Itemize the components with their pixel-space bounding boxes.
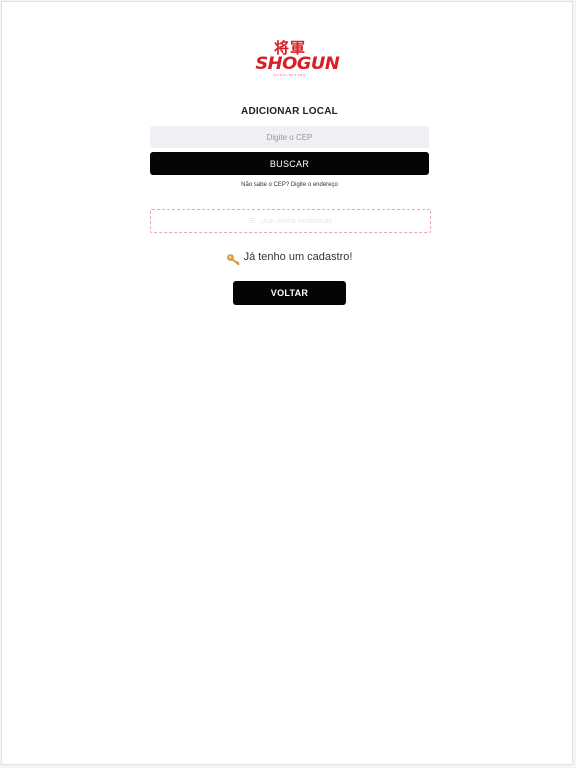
address-help-link[interactable]: Não sabe o CEP? Digite o endereço [150,182,429,188]
page-title: ADICIONAR LOCAL [241,106,338,117]
cep-input[interactable] [150,126,429,148]
app-screen: 将軍 SHOGUN SUSHI BISTRO ADICIONAR LOCAL B… [1,1,573,765]
use-location-label: Usar minha localização [259,217,333,225]
login-link[interactable]: Já tenho um cadastro! [150,251,429,265]
key-icon [226,252,240,265]
location-icon: ☰ [248,217,255,225]
logo-tagline: SUSHI BISTRO [273,73,307,77]
back-button[interactable]: VOLTAR [233,281,346,305]
login-text: Já tenho um cadastro! [243,251,353,263]
use-location-button[interactable]: ☰ Usar minha localização [150,209,431,233]
search-button[interactable]: BUSCAR [150,152,429,175]
shogun-logo: 将軍 SHOGUN SUSHI BISTRO [255,40,340,80]
logo-wordmark: SHOGUN [255,54,340,74]
